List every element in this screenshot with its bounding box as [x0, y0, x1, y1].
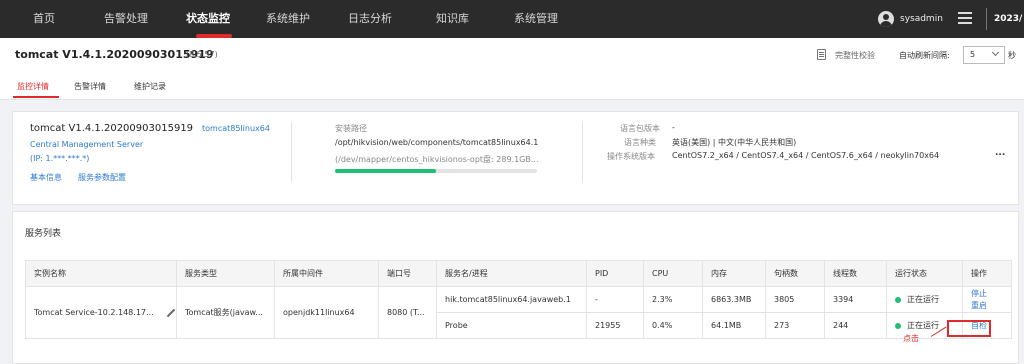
instance-name-cell: Tomcat Service-10.2.148.17...	[25, 286, 177, 339]
component-info-card: tomcat V1.4.1.20200903015919 tomcat85lin…	[12, 111, 1019, 205]
lang-pack-label: 语言包版本	[620, 124, 660, 133]
basic-info-link[interactable]: 基本信息	[30, 172, 62, 183]
refresh-interval-label: 自动刷新间隔:	[899, 51, 950, 60]
service-list-title: 服务列表	[25, 229, 62, 239]
nav-status-monitor[interactable]: 状态监控	[186, 0, 230, 38]
service-list-card: 服务列表 实例名称 服务类型 所属中间件 端口号 服务名/进程 PID CPU …	[12, 211, 1019, 364]
nav-knowledge-base[interactable]: 知识库	[436, 0, 469, 38]
page-title: tomcat V1.4.1.20200903015919	[15, 48, 214, 61]
disk-usage-bar	[335, 169, 537, 173]
divider	[291, 122, 292, 182]
language-label: 语言种类	[624, 138, 656, 147]
column-header: 所属中间件	[274, 260, 379, 287]
nav-log-analysis[interactable]: 日志分析	[348, 0, 392, 38]
component-tag[interactable]: tomcat85linux64	[202, 124, 270, 133]
tab-maintenance-records[interactable]: 维护记录	[134, 81, 166, 92]
column-header: 服务名/进程	[436, 260, 587, 287]
status-cell: 正在运行	[886, 286, 963, 313]
column-header: 内存	[702, 260, 766, 287]
cpu: 0.4%	[643, 312, 703, 339]
middleware-link[interactable]: openjdk11linux64	[274, 286, 379, 339]
nav-maintenance[interactable]: 系统维护	[266, 0, 310, 38]
more-button[interactable]: ...	[995, 148, 1005, 158]
pid: 21955	[586, 312, 644, 339]
component-name: tomcat V1.4.1.20200903015919	[30, 123, 194, 134]
column-header: CPU	[643, 260, 703, 287]
refresh-interval-select[interactable]: 5	[963, 46, 1005, 64]
memory: 64.1MB	[702, 312, 766, 339]
process-name: Probe	[436, 312, 587, 339]
service-table: 实例名称 服务类型 所属中间件 端口号 服务名/进程 PID CPU 内存 句柄…	[25, 260, 1012, 339]
refresh-interval-value: 5	[970, 50, 976, 59]
install-path-label: 安装路径	[335, 124, 367, 133]
divider	[582, 122, 583, 182]
service-type: Tomcat服务(javaw...	[176, 286, 275, 339]
status-dot-icon	[895, 296, 901, 303]
divider	[0, 99, 1024, 100]
server-ip: (IP: 1.***.***.*)	[30, 154, 90, 163]
handles: 273	[765, 312, 825, 339]
column-header: 实例名称	[25, 260, 177, 287]
edit-icon[interactable]	[166, 308, 176, 317]
column-header: 句柄数	[765, 260, 825, 287]
integrity-check-button[interactable]: 完整性校验	[835, 50, 875, 61]
memory: 6863.3MB	[702, 286, 766, 313]
status-dot-icon	[895, 322, 901, 329]
highlight-annotation-box	[947, 320, 991, 337]
status-text: 正在运行	[907, 321, 939, 330]
nav-alarm[interactable]: 告警处理	[104, 0, 148, 38]
status-text: 正在运行	[907, 295, 939, 304]
user-avatar-icon[interactable]	[878, 11, 894, 27]
column-header: 操作	[962, 260, 1012, 287]
actions-cell: 停止 重启	[962, 286, 1012, 313]
port: 8080 (T...	[378, 286, 437, 339]
language-value: 英语(美国) | 中文(中华人民共和国)	[672, 138, 797, 147]
column-header: 运行状态	[886, 260, 963, 287]
integrity-check-icon[interactable]	[817, 49, 826, 60]
column-header: 端口号	[378, 260, 437, 287]
install-path: /opt/hikvision/web/components/tomcat85li…	[335, 138, 539, 147]
os-version-value: CentOS7.2_x64 / CentOS7.4_x64 / CentOS7.…	[672, 151, 940, 160]
menu-icon[interactable]	[958, 12, 972, 24]
column-header: PID	[586, 260, 644, 287]
disk-usage-fill	[335, 169, 436, 173]
process-name: hik.tomcat85linux64.javaweb.1	[436, 286, 587, 313]
datetime: 2023/	[994, 14, 1023, 24]
column-header: 线程数	[824, 260, 887, 287]
nav-divider	[986, 8, 987, 30]
handles: 3805	[765, 286, 825, 313]
instance-name: Tomcat Service-10.2.148.17...	[34, 308, 154, 317]
page-header: tomcat V1.4.1.20200903015919 (8.5.57) 完整…	[0, 38, 1024, 100]
active-tab-indicator	[13, 96, 59, 98]
os-version-label: 操作系统版本	[607, 152, 655, 161]
column-header: 服务类型	[176, 260, 275, 287]
chevron-down-icon	[991, 48, 1000, 57]
nav-home[interactable]: 首页	[33, 0, 55, 38]
table-row: Tomcat Service-10.2.148.17... Tomcat服务(j…	[25, 286, 1012, 339]
disk-usage-text: (/dev/mapper/centos_hikvisionos-opt盘: 28…	[335, 155, 539, 164]
username[interactable]: sysadmin	[900, 0, 943, 38]
lang-pack-value: -	[672, 123, 675, 132]
cpu: 2.3%	[643, 286, 703, 313]
tab-alarm-details[interactable]: 告警详情	[74, 81, 106, 92]
nav-system-management[interactable]: 系统管理	[514, 0, 558, 38]
top-navbar: 首页 告警处理 状态监控 系统维护 日志分析 知识库 系统管理 sysadmin…	[0, 0, 1024, 38]
tab-monitor-details[interactable]: 监控详情	[17, 81, 49, 92]
restart-button[interactable]: 重启	[971, 300, 1011, 312]
pid: -	[586, 286, 644, 313]
threads: 244	[824, 312, 887, 339]
stop-button[interactable]: 停止	[971, 288, 1011, 300]
table-header-row: 实例名称 服务类型 所属中间件 端口号 服务名/进程 PID CPU 内存 句柄…	[25, 260, 1012, 287]
click-annotation: 点击	[903, 334, 919, 343]
refresh-unit: 秒	[1008, 51, 1016, 60]
threads: 3394	[824, 286, 887, 313]
version-label: (8.5.57)	[186, 50, 218, 59]
server-name[interactable]: Central Management Server	[30, 140, 143, 149]
service-params-link[interactable]: 服务参数配置	[78, 172, 126, 183]
